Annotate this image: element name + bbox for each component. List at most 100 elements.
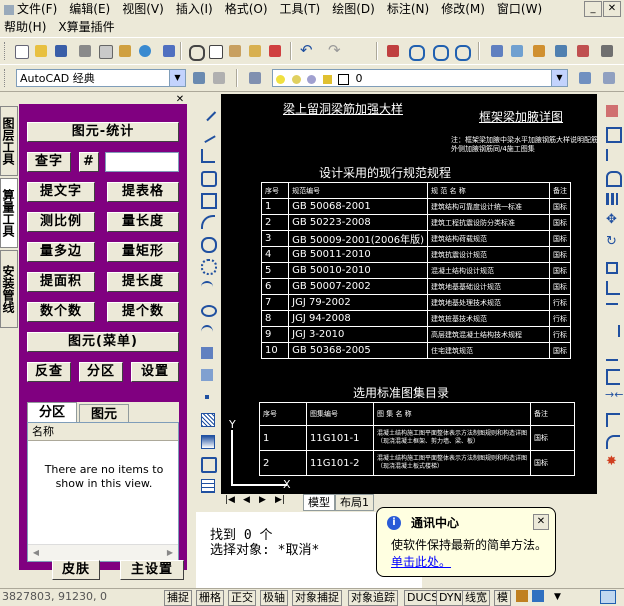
paste-button[interactable] [226, 42, 244, 60]
tab-layer-tools[interactable]: 图层工具 [0, 106, 18, 176]
status-menu-icon[interactable]: ▼ [554, 592, 561, 602]
table-button[interactable] [198, 476, 216, 494]
copy-object-button[interactable] [603, 124, 622, 143]
redo-button[interactable]: ↷ [326, 41, 344, 60]
measure-length-button[interactable]: 量长度 [107, 212, 179, 232]
tab-next-icon[interactable]: ▶ [259, 495, 266, 505]
coordinate-readout[interactable]: 3827803, 91230, 0 [2, 590, 107, 603]
rotate-button[interactable]: ↻ [603, 234, 621, 252]
zoom-window-button[interactable] [430, 42, 449, 61]
measure-scale-button[interactable]: 测比例 [27, 212, 95, 232]
trim-button[interactable] [603, 300, 621, 318]
point-button[interactable] [198, 388, 216, 406]
count-button[interactable]: 数个数 [27, 302, 95, 322]
extract-count-button[interactable]: 提个数 [107, 302, 179, 322]
print-button[interactable] [76, 42, 94, 60]
measure-rect-button[interactable]: 量矩形 [107, 242, 179, 262]
markup-button[interactable] [574, 42, 592, 60]
scroll-right-icon[interactable]: ▶ [163, 546, 177, 560]
chevron-down-icon[interactable]: ▼ [169, 70, 185, 86]
construction-line-button[interactable] [198, 124, 216, 144]
find-text-button[interactable]: 查字 [27, 152, 71, 172]
mirror-button[interactable] [603, 146, 621, 164]
open-file-button[interactable] [32, 42, 50, 60]
gradient-button[interactable] [198, 432, 216, 450]
polyline-button[interactable] [198, 146, 216, 164]
tab-model[interactable]: 模型 [303, 494, 335, 511]
extract-table-button[interactable]: 提表格 [107, 182, 179, 202]
tab-first-icon[interactable]: |◀ [225, 495, 235, 505]
menu-view[interactable]: 视图(V) [122, 0, 164, 17]
polygon-button[interactable] [198, 168, 217, 187]
scroll-left-icon[interactable]: ◀ [29, 546, 43, 560]
calculator-button[interactable] [598, 42, 616, 60]
toolbar-grip[interactable] [4, 69, 8, 87]
design-center-button[interactable] [508, 42, 526, 60]
settings-button[interactable]: 设置 [131, 362, 179, 382]
menu-tools[interactable]: 工具(T) [280, 0, 321, 17]
menu-file[interactable]: 文件(F) [4, 0, 57, 17]
offset-button[interactable] [603, 168, 622, 187]
workspace-combo[interactable]: AutoCAD 经典 ▼ [16, 69, 186, 87]
tab-layout1[interactable]: 布局1 [335, 494, 374, 511]
region-button[interactable] [198, 454, 217, 473]
list-column-name[interactable]: 名称 [28, 423, 178, 441]
array-button[interactable] [603, 190, 621, 208]
menu-insert[interactable]: 插入(I) [176, 0, 213, 17]
arc-button[interactable] [198, 212, 216, 230]
extract-area-button[interactable]: 提面积 [27, 272, 95, 292]
menu-edit[interactable]: 编辑(E) [69, 0, 110, 17]
menu-window[interactable]: 窗口(W) [497, 0, 542, 17]
extend-button[interactable] [603, 322, 621, 340]
properties-button[interactable] [488, 42, 506, 60]
horizontal-scrollbar[interactable]: ◀ ▶ [28, 544, 178, 561]
toolbar-grip[interactable] [4, 42, 8, 60]
preview-button[interactable] [96, 42, 114, 60]
measure-polygon-button[interactable]: 量多边 [27, 242, 95, 262]
publish-button[interactable] [116, 42, 134, 60]
block-editor-button[interactable] [266, 42, 284, 60]
hash-button[interactable]: # [79, 152, 99, 172]
cut-button[interactable] [186, 42, 205, 61]
layer-combo[interactable]: 0 ▼ [272, 69, 568, 87]
ellipse-button[interactable] [198, 300, 217, 318]
workspace-settings-button[interactable] [190, 69, 208, 87]
clean-screen-icon[interactable] [600, 590, 616, 604]
scale-button[interactable] [603, 256, 621, 274]
save-button[interactable] [52, 42, 70, 60]
menu-plugin[interactable]: X算量插件 [58, 18, 114, 35]
element-stats-button[interactable]: 图元-统计 [27, 122, 179, 142]
layer-manager-button[interactable] [246, 69, 264, 87]
chamfer-button[interactable] [603, 410, 621, 428]
tab-install-pipe[interactable]: 安装管线 [0, 250, 18, 328]
break-button[interactable] [603, 366, 621, 385]
chevron-down-icon[interactable]: ▼ [551, 70, 567, 86]
spline-button[interactable] [198, 278, 216, 296]
sheet-set-button[interactable] [552, 42, 570, 60]
element-menu-button[interactable]: 图元(菜单) [27, 332, 179, 352]
explode-button[interactable]: ✸ [603, 454, 621, 472]
layers-3d-button[interactable] [160, 42, 178, 60]
ellipse-arc-button[interactable] [198, 322, 216, 340]
fillet-button[interactable] [603, 432, 621, 450]
line-button[interactable] [197, 102, 217, 122]
tab-prev-icon[interactable]: ◀ [243, 495, 250, 505]
comm-center-icon[interactable] [532, 590, 544, 602]
menu-dimension[interactable]: 标注(N) [387, 0, 429, 17]
pan-button[interactable] [384, 42, 402, 60]
menu-help[interactable]: 帮助(H) [4, 18, 46, 35]
minimize-button[interactable]: _ [584, 1, 602, 17]
undo-button[interactable]: ↶ [298, 41, 316, 60]
menu-draw[interactable]: 绘图(D) [332, 0, 375, 17]
reverse-search-button[interactable]: 反查 [27, 362, 71, 382]
erase-button[interactable] [603, 102, 621, 120]
skin-button[interactable]: 皮肤 [52, 560, 100, 580]
tab-element[interactable]: 图元 [79, 404, 129, 422]
insert-block-button[interactable] [198, 344, 216, 362]
tool-palette-button[interactable] [530, 42, 548, 60]
find-text-input[interactable] [105, 152, 179, 172]
extract-text-button[interactable]: 提文字 [27, 182, 95, 202]
close-window-button[interactable]: ✕ [603, 1, 621, 17]
element-list[interactable]: 名称 There are no items to show in this vi… [27, 422, 179, 562]
hatch-button[interactable] [198, 410, 216, 428]
